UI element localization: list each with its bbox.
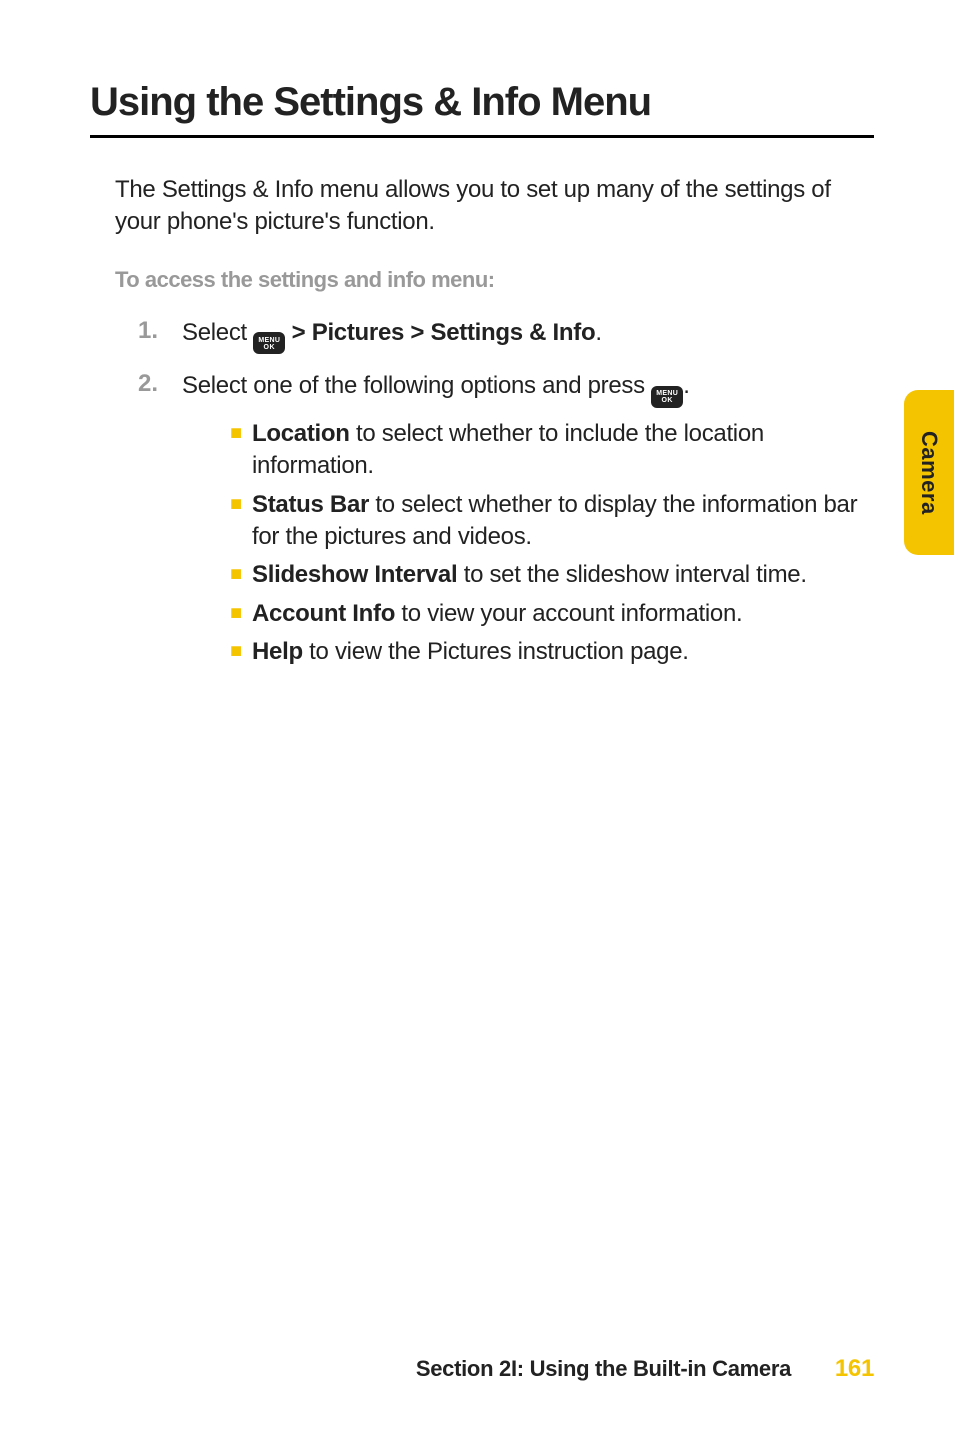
step-text: Select MENUOK > Pictures > Settings & In… bbox=[182, 317, 874, 355]
step-prefix: Select bbox=[182, 319, 253, 346]
step-period: . bbox=[595, 319, 601, 346]
step-text: Select one of the following options and … bbox=[182, 370, 874, 674]
list-item: ■ Slideshow Interval to set the slidesho… bbox=[230, 559, 874, 591]
bullet-text: Status Bar to select whether to display … bbox=[252, 489, 874, 554]
bullet-icon: ■ bbox=[230, 636, 252, 668]
list-item: ■ Account Info to view your account info… bbox=[230, 598, 874, 630]
step-2: 2. Select one of the following options a… bbox=[138, 370, 874, 674]
bullet-rest: to set the slideshow interval time. bbox=[457, 561, 806, 588]
bullet-text: Help to view the Pictures instruction pa… bbox=[252, 636, 689, 668]
title-underline bbox=[90, 135, 874, 138]
page-title: Using the Settings & Info Menu bbox=[90, 80, 874, 125]
bullet-rest: to view the Pictures instruction page. bbox=[303, 638, 689, 665]
bullet-text: Location to select whether to include th… bbox=[252, 418, 874, 483]
page-number: 161 bbox=[835, 1355, 874, 1382]
footer: Section 2I: Using the Built-in Camera 16… bbox=[416, 1355, 874, 1383]
side-tab-label: Camera bbox=[916, 431, 942, 515]
bullet-text: Slideshow Interval to set the slideshow … bbox=[252, 559, 807, 591]
list-item: ■ Status Bar to select whether to displa… bbox=[230, 489, 874, 554]
bullet-list: ■ Location to select whether to include … bbox=[182, 418, 874, 669]
step-period: . bbox=[683, 372, 689, 399]
bullet-icon: ■ bbox=[230, 598, 252, 630]
bullet-icon: ■ bbox=[230, 559, 252, 591]
bullet-text: Account Info to view your account inform… bbox=[252, 598, 742, 630]
subheading: To access the settings and info menu: bbox=[90, 267, 874, 293]
bullet-term: Help bbox=[252, 638, 303, 665]
bullet-icon: ■ bbox=[230, 489, 252, 554]
step-1: 1. Select MENUOK > Pictures > Settings &… bbox=[138, 317, 874, 355]
bullet-rest: to view your account information. bbox=[395, 600, 742, 627]
menu-ok-key-icon: MENUOK bbox=[651, 386, 683, 408]
bullet-term: Location bbox=[252, 420, 350, 447]
section-label: Section 2I: Using the Built-in Camera bbox=[416, 1356, 791, 1381]
step-number: 2. bbox=[138, 370, 182, 674]
bullet-term: Slideshow Interval bbox=[252, 561, 457, 588]
step-bold-path: > Pictures > Settings & Info bbox=[285, 319, 595, 346]
side-tab: Camera bbox=[904, 390, 954, 555]
step-list: 1. Select MENUOK > Pictures > Settings &… bbox=[90, 317, 874, 675]
bullet-term: Status Bar bbox=[252, 491, 369, 518]
intro-paragraph: The Settings & Info menu allows you to s… bbox=[90, 174, 874, 239]
bullet-term: Account Info bbox=[252, 600, 395, 627]
list-item: ■ Help to view the Pictures instruction … bbox=[230, 636, 874, 668]
step-number: 1. bbox=[138, 317, 182, 355]
menu-ok-key-icon: MENUOK bbox=[253, 332, 285, 354]
bullet-icon: ■ bbox=[230, 418, 252, 483]
page: Using the Settings & Info Menu The Setti… bbox=[0, 0, 954, 1431]
step-prefix: Select one of the following options and … bbox=[182, 372, 651, 399]
list-item: ■ Location to select whether to include … bbox=[230, 418, 874, 483]
